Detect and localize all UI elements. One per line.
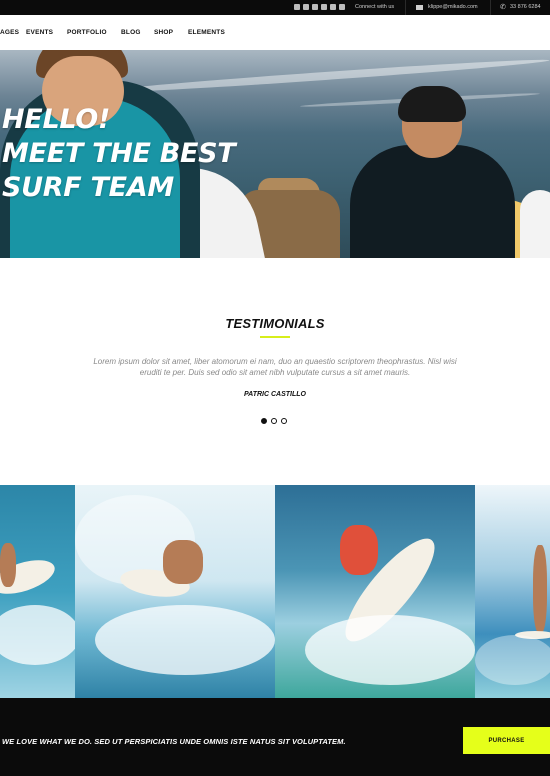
slider-dot[interactable] <box>281 418 287 424</box>
vimeo-icon[interactable] <box>294 4 300 10</box>
splash <box>95 605 275 675</box>
gallery-photo[interactable] <box>75 485 275 698</box>
hair <box>398 86 466 122</box>
instagram-icon[interactable] <box>339 4 345 10</box>
nav-item-shop[interactable]: SHOP <box>154 29 173 36</box>
email-link[interactable]: klippe@mikado.com <box>428 4 478 10</box>
splash <box>0 605 75 665</box>
nav-item-blog[interactable]: BLOG <box>121 29 141 36</box>
social-links <box>294 4 345 10</box>
photo-gallery <box>0 485 550 698</box>
wave-foam <box>100 56 550 96</box>
footer-bar: WE LOVE WHAT WE DO. SED UT PERSPICIATIS … <box>0 698 550 776</box>
heading-underline <box>260 336 290 338</box>
surfer-right <box>350 145 515 258</box>
nav-item-portfolio[interactable]: PORTFOLIO <box>67 29 107 36</box>
splash <box>475 635 550 685</box>
phone-icon: ✆ <box>500 4 506 11</box>
phone-number: 33 876 6284 <box>510 4 541 10</box>
surfer <box>0 543 16 587</box>
divider <box>405 0 406 15</box>
top-bar: Connect with us klippe@mikado.com ✆ 33 8… <box>0 0 550 15</box>
slider-dot[interactable] <box>261 418 267 424</box>
testimonial-quote: Lorem ipsum dolor sit amet, liber atomor… <box>93 357 457 377</box>
nav-item-events[interactable]: EVENTS <box>26 29 53 36</box>
purchase-button[interactable]: PURCHASE <box>463 727 550 754</box>
surfer <box>533 545 547 633</box>
testimonial-author: PATRIC CASTILLO <box>244 391 306 398</box>
gallery-photo[interactable] <box>475 485 550 698</box>
nav-item-pages[interactable]: AGES <box>0 29 19 36</box>
splash <box>305 615 475 685</box>
nav-item-elements[interactable]: ELEMENTS <box>188 29 225 36</box>
slider-dot[interactable] <box>271 418 277 424</box>
hero-title-line: SURF TEAM <box>2 172 174 203</box>
gallery-photo[interactable] <box>0 485 75 698</box>
linkedin-icon[interactable] <box>303 4 309 10</box>
hero-title: HELLO! MEET THE BEST SURF TEAM <box>2 103 236 205</box>
hero-banner: HELLO! MEET THE BEST SURF TEAM <box>0 50 550 258</box>
surfer <box>163 540 203 584</box>
youtube-icon[interactable] <box>330 4 336 10</box>
hero-title-line: HELLO! <box>2 104 110 135</box>
main-nav: AGES EVENTS PORTFOLIO BLOG SHOP ELEMENTS <box>0 15 550 51</box>
twitter-icon[interactable] <box>321 4 327 10</box>
testimonials-section: TESTIMONIALS Lorem ipsum dolor sit amet,… <box>0 258 550 485</box>
slider-pagination <box>261 418 287 424</box>
mail-icon <box>416 5 423 10</box>
connect-text: Connect with us <box>355 4 395 10</box>
facebook-icon[interactable] <box>312 4 318 10</box>
surfboard <box>520 190 550 258</box>
gallery-photo[interactable] <box>275 485 475 698</box>
footer-tagline: WE LOVE WHAT WE DO. SED UT PERSPICIATIS … <box>2 737 346 746</box>
testimonials-heading: TESTIMONIALS <box>225 316 325 331</box>
divider <box>490 0 491 15</box>
hero-title-line: MEET THE BEST <box>2 138 236 169</box>
surfer <box>340 525 378 575</box>
